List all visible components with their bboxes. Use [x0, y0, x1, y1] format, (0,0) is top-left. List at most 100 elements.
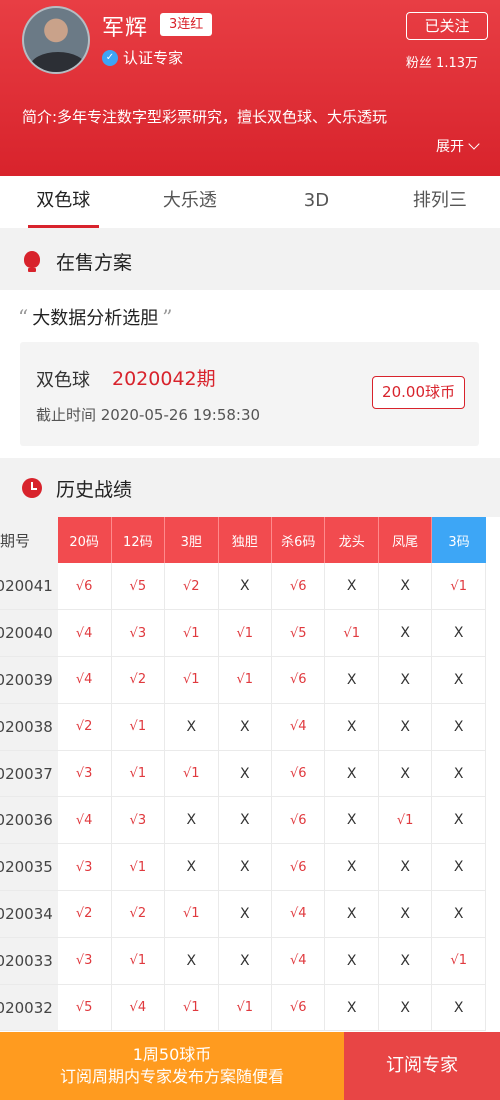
column-header[interactable]: 独胆 [218, 517, 273, 563]
result-cell: X [378, 890, 433, 938]
result-cell: √1 [218, 984, 273, 1032]
plan-card[interactable]: 双色球 2020042期 截止时间 2020-05-26 19:58:30 20… [20, 342, 479, 446]
result-cell: X [324, 703, 379, 751]
table-row: 2020034√2√2√1X√4XXX [0, 890, 486, 938]
tab-pailiesan[interactable]: 排列三 [380, 176, 500, 228]
period-cell: 2020033 [0, 937, 58, 985]
plan-title: “ 大数据分析选胆 ” [18, 304, 172, 330]
result-cell: √6 [271, 843, 326, 892]
result-cell: √1 [378, 796, 433, 845]
result-cell: √4 [57, 609, 112, 658]
expand-button[interactable]: 展开 [436, 136, 480, 156]
result-cell: X [378, 703, 433, 751]
plan-section: “ 大数据分析选胆 ” 双色球 2020042期 截止时间 2020-05-26… [0, 290, 500, 458]
result-cell: √3 [57, 843, 112, 892]
period-cell: 2020039 [0, 656, 58, 704]
subscribe-button[interactable]: 订阅专家 [344, 1032, 500, 1100]
result-cell: X [324, 890, 379, 938]
tab-shuangseqiu[interactable]: 双色球 [0, 176, 127, 228]
result-cell: X [431, 703, 486, 751]
result-cell: √4 [271, 890, 326, 938]
period-cell: 2020036 [0, 796, 58, 845]
period-header: 期号 [0, 517, 58, 563]
tab-3d[interactable]: 3D [253, 176, 380, 228]
result-cell: X [218, 937, 273, 985]
subscribe-desc: 订阅周期内专家发布方案随便看 [59, 1067, 284, 1086]
result-cell: √2 [111, 656, 166, 704]
history-table[interactable]: 期号 20码12码3胆独胆杀6码龙头凤尾3码 2020041√6√5√2X√6X… [0, 517, 500, 1032]
column-header[interactable]: 凤尾 [378, 517, 433, 563]
plan-title-text: 大数据分析选胆 [32, 308, 159, 329]
result-cell: X [378, 937, 433, 985]
result-cell: √6 [271, 796, 326, 845]
result-cell: X [164, 796, 219, 845]
result-cell: X [324, 937, 379, 985]
column-header[interactable]: 20码 [57, 517, 112, 563]
result-cell: X [431, 984, 486, 1032]
result-cell: √1 [164, 890, 219, 938]
table-row: 2020032√5√4√1√1√6XXX [0, 984, 486, 1032]
lightbulb-icon [22, 251, 42, 272]
table-row: 2020037√3√1√1X√6XXX [0, 750, 486, 798]
expert-intro: 简介:多年专注数字型彩票研究，擅长双色球、大乐透玩 [22, 108, 388, 126]
result-cell: √6 [271, 563, 326, 611]
result-cell: √5 [111, 563, 166, 611]
result-cell: √6 [271, 984, 326, 1032]
result-cell: √2 [111, 890, 166, 938]
certification: ✓ 认证专家 [102, 47, 183, 68]
period-cell: 2020032 [0, 984, 58, 1032]
result-cell: X [431, 750, 486, 798]
result-cell: √5 [57, 984, 112, 1032]
on-sale-section-header: 在售方案 [0, 232, 500, 290]
chevron-down-icon [468, 137, 480, 150]
plan-lottery: 双色球 [36, 370, 90, 391]
result-cell: X [324, 563, 379, 611]
close-quote-icon: ” [162, 305, 173, 329]
result-cell: √2 [164, 563, 219, 611]
follow-button[interactable]: 已关注 [406, 12, 488, 40]
result-cell: X [431, 796, 486, 845]
subscribe-price: 1周50球币 [132, 1045, 212, 1064]
result-cell: √1 [218, 609, 273, 658]
result-cell: X [164, 937, 219, 985]
result-cell: X [324, 796, 379, 845]
column-header[interactable]: 3胆 [164, 517, 219, 563]
table-row: 2020033√3√1XX√4XX√1 [0, 937, 486, 985]
result-cell: √3 [111, 609, 166, 658]
column-header[interactable]: 3码 [431, 517, 486, 563]
result-cell: √2 [57, 890, 112, 938]
price-button[interactable]: 20.00球币 [372, 376, 465, 409]
table-row: 2020040√4√3√1√1√5√1XX [0, 609, 486, 658]
expert-name: 军辉 [102, 16, 149, 41]
table-row: 2020038√2√1XX√4XXX [0, 703, 486, 751]
result-cell: √1 [431, 937, 486, 985]
period-cell: 2020041 [0, 563, 58, 611]
expand-label: 展开 [436, 139, 464, 155]
result-cell: X [218, 843, 273, 892]
result-cell: √2 [57, 703, 112, 751]
result-cell: √6 [57, 563, 112, 611]
result-cell: X [164, 843, 219, 892]
result-cell: X [431, 609, 486, 658]
result-cell: √4 [271, 703, 326, 751]
column-header[interactable]: 12码 [111, 517, 166, 563]
table-row: 2020039√4√2√1√1√6XXX [0, 656, 486, 704]
result-cell: √1 [111, 843, 166, 892]
table-row: 2020041√6√5√2X√6XX√1 [0, 563, 486, 611]
result-cell: X [324, 843, 379, 892]
table-row: 2020035√3√1XX√6XXX [0, 843, 486, 892]
result-cell: √1 [164, 984, 219, 1032]
column-header[interactable]: 杀6码 [271, 517, 326, 563]
result-cell: √1 [111, 750, 166, 798]
result-cell: √1 [164, 656, 219, 704]
avatar[interactable] [22, 6, 90, 74]
result-cell: √4 [111, 984, 166, 1032]
result-cell: X [324, 984, 379, 1032]
verified-icon: ✓ [102, 49, 118, 66]
period-cell: 2020034 [0, 890, 58, 938]
result-cell: X [378, 656, 433, 704]
column-header[interactable]: 龙头 [324, 517, 379, 563]
period-cell: 2020035 [0, 843, 58, 892]
tab-daletou[interactable]: 大乐透 [127, 176, 254, 228]
subscribe-info: 1周50球币 订阅周期内专家发布方案随便看 [0, 1032, 344, 1100]
